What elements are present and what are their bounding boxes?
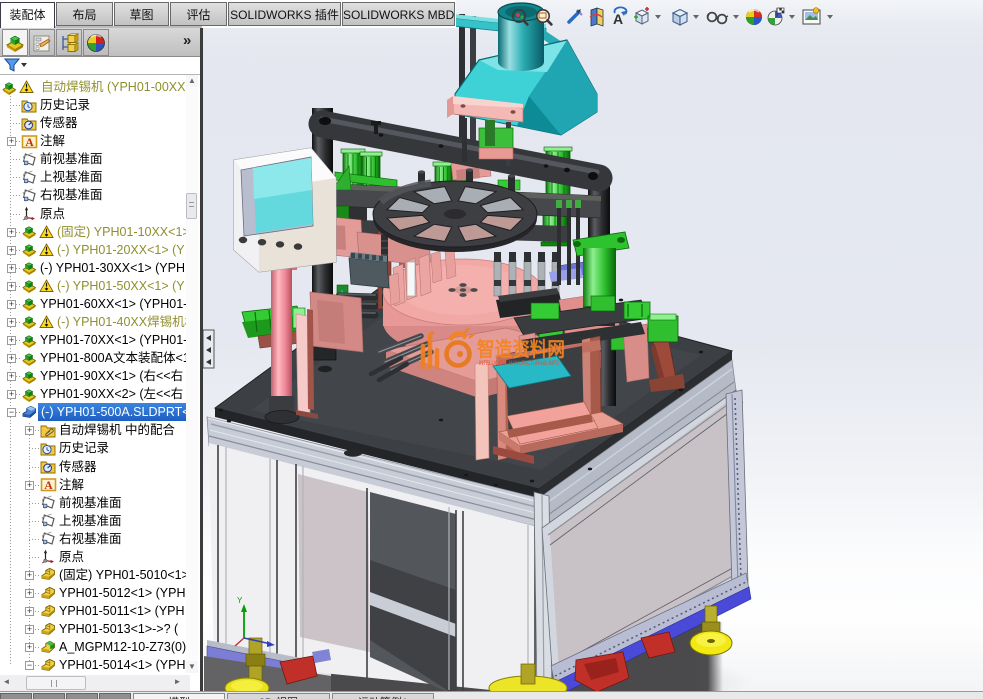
svg-text:INTELLIGENT MANUFACTURING INFO: INTELLIGENT MANUFACTURING INFO	[479, 361, 559, 367]
svg-text:Y: Y	[237, 596, 243, 605]
svg-text:智造资料网: 智造资料网	[477, 337, 565, 361]
svg-text:A: A	[44, 480, 53, 492]
svg-text:A: A	[25, 137, 34, 149]
svg-text:A: A	[613, 11, 623, 27]
